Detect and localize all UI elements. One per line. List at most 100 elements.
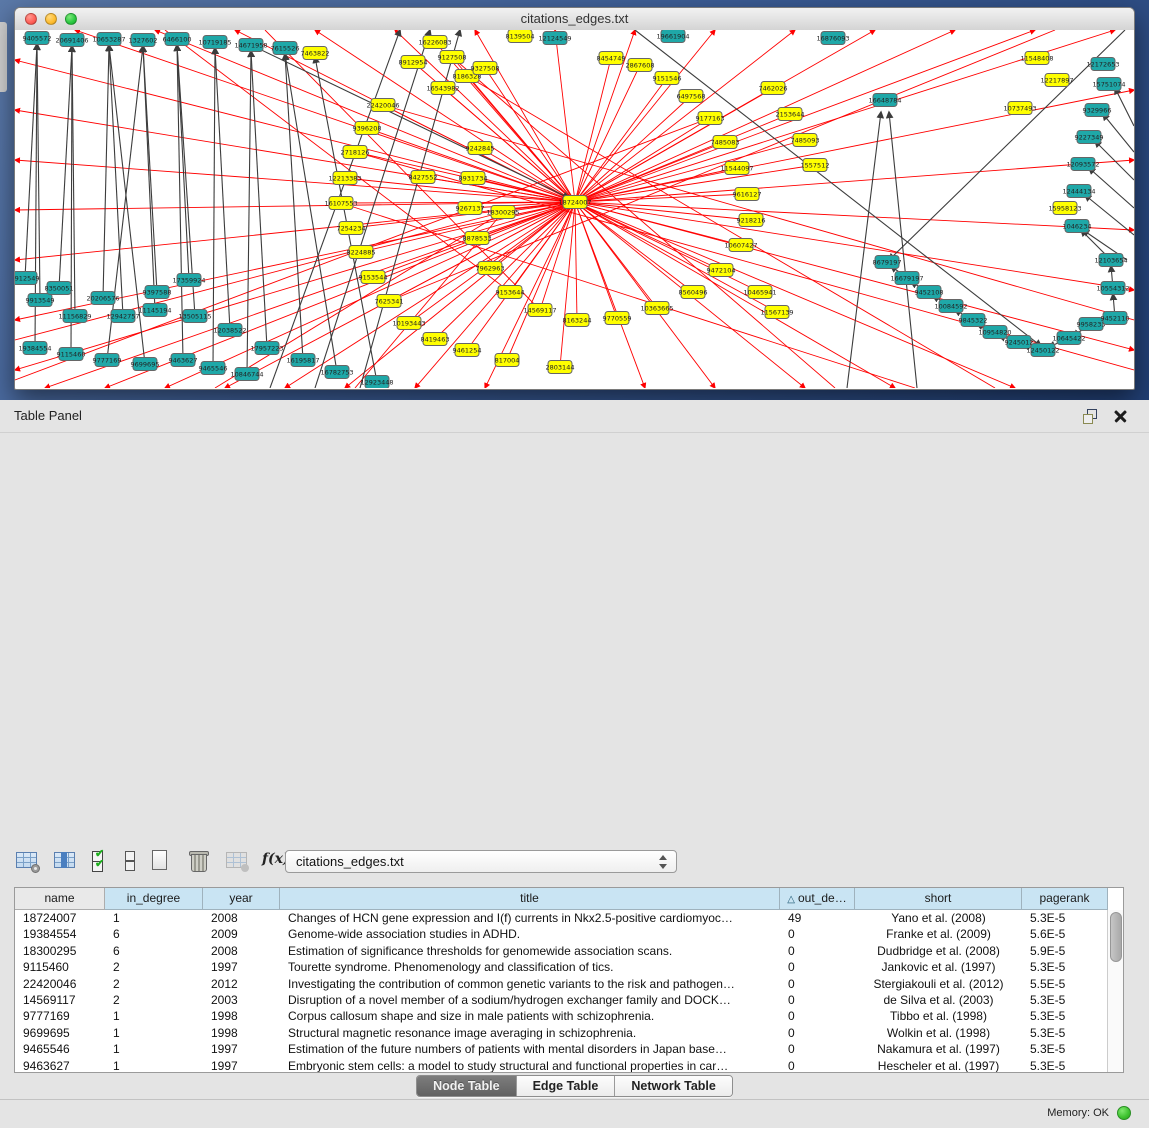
graph-node[interactable]: 6466100	[163, 33, 192, 46]
graph-node[interactable]: 9461254	[453, 344, 482, 357]
table-cell[interactable]: 5.5E-5	[1022, 976, 1108, 992]
table-cell[interactable]: Estimation of significance thresholds fo…	[280, 943, 780, 959]
graph-node[interactable]: 19661904	[656, 30, 689, 43]
graph-node[interactable]: 16543982	[426, 82, 459, 95]
table-cell[interactable]: Jankovic et al. (1997)	[855, 959, 1022, 975]
graph-node[interactable]: 9452108	[915, 286, 944, 299]
column-header-year[interactable]: year	[203, 888, 280, 910]
table-cell[interactable]: 2008	[203, 910, 280, 926]
graph-node[interactable]: 1327602	[129, 34, 158, 47]
graph-node[interactable]: 7254234	[337, 222, 366, 235]
table-cell[interactable]: Embryonic stem cells: a model to study s…	[280, 1058, 780, 1073]
graph-node[interactable]: 10554312	[1096, 282, 1129, 295]
table-cell[interactable]: 9465546	[15, 1041, 105, 1057]
graph-node[interactable]: 8878533	[463, 232, 492, 245]
memory-status-icon[interactable]	[1117, 1106, 1131, 1120]
graph-node[interactable]: 9115460	[57, 348, 86, 361]
graph-node[interactable]: 8419463	[421, 333, 450, 346]
graph-node[interactable]: 12450122	[1026, 344, 1059, 357]
table-cell[interactable]: 1	[105, 1008, 203, 1024]
table-cell[interactable]: 9115460	[15, 959, 105, 975]
graph-node[interactable]: 9616127	[733, 188, 762, 201]
graph-node[interactable]: 7625341	[375, 295, 404, 308]
graph-node[interactable]: 10645422	[1052, 332, 1085, 345]
table-cell[interactable]: 0	[780, 959, 855, 975]
table-cell[interactable]: Tibbo et al. (1998)	[855, 1008, 1022, 1024]
graph-node[interactable]: 8350051	[45, 282, 74, 295]
graph-node[interactable]: 12923448	[360, 376, 393, 389]
graph-node[interactable]: 9913549	[26, 294, 55, 307]
graph-node[interactable]: 16195817	[286, 354, 319, 367]
table-row[interactable]: 1830029562008Estimation of significance …	[15, 943, 1108, 959]
table-cell[interactable]: 18300295	[15, 943, 105, 959]
graph-node[interactable]: 9777169	[93, 354, 122, 367]
graph-node[interactable]: 817004	[495, 354, 520, 367]
graph-node[interactable]: 9227349	[1075, 131, 1104, 144]
graph-node[interactable]: 12124549	[538, 32, 571, 45]
float-panel-icon[interactable]	[1083, 409, 1097, 423]
table-cell[interactable]: 2	[105, 959, 203, 975]
graph-node[interactable]: 16226083	[418, 36, 451, 49]
table-vertical-scrollbar[interactable]	[1107, 910, 1123, 1072]
graph-node[interactable]: 11156829	[58, 310, 91, 323]
graph-node[interactable]: 7615526	[271, 42, 300, 55]
table-cell[interactable]: Wolkin et al. (1998)	[855, 1025, 1022, 1041]
scrollbar-thumb[interactable]	[1110, 912, 1122, 962]
close-panel-icon[interactable]	[1114, 409, 1127, 422]
graph-node[interactable]: 13505115	[178, 310, 211, 323]
graph-node[interactable]: 10193443	[392, 317, 425, 330]
table-cell[interactable]: 1	[105, 1025, 203, 1041]
table-cell[interactable]: 2008	[203, 943, 280, 959]
graph-node[interactable]: 7485083	[711, 136, 740, 149]
graph-node[interactable]: 9845322	[959, 314, 988, 327]
network-window[interactable]: citations_edges.txt 94055722069140610653…	[14, 7, 1135, 390]
column-select-icon[interactable]	[52, 849, 78, 873]
rows-icon[interactable]	[122, 849, 136, 873]
graph-node[interactable]: 12038522	[213, 324, 246, 337]
graph-node[interactable]: 12172653	[1086, 58, 1119, 71]
graph-node[interactable]: 7462026	[759, 82, 788, 95]
graph-node[interactable]: 8560496	[679, 286, 708, 299]
table-cell[interactable]: 0	[780, 1041, 855, 1057]
graph-node[interactable]: 9327508	[471, 62, 500, 75]
new-doc-icon[interactable]	[148, 849, 174, 873]
network-table-dropdown[interactable]: citations_edges.txt	[285, 850, 677, 873]
graph-node[interactable]: 7485093	[791, 134, 820, 147]
delete-table-icon[interactable]	[186, 849, 212, 873]
column-header-out_de[interactable]: △out_de…	[780, 888, 855, 910]
table-cell[interactable]: 0	[780, 992, 855, 1008]
table-cell[interactable]: Disruption of a novel member of a sodium…	[280, 992, 780, 1008]
table-cell[interactable]: 0	[780, 926, 855, 942]
graph-node[interactable]: 8224885	[347, 246, 376, 259]
table-cell[interactable]: 5.6E-5	[1022, 926, 1108, 942]
table-cell[interactable]: 5.3E-5	[1022, 1025, 1108, 1041]
graph-node[interactable]: 6497568	[677, 90, 706, 103]
graph-node[interactable]: 9405572	[23, 32, 52, 45]
graph-node[interactable]: 10363665	[640, 302, 673, 315]
table-cell[interactable]: 1997	[203, 1041, 280, 1057]
graph-node[interactable]: 20206576	[86, 292, 119, 305]
graph-node[interactable]: 10607427	[724, 239, 757, 252]
graph-node[interactable]: 16782753	[320, 366, 353, 379]
graph-node[interactable]: 8679197	[873, 256, 902, 269]
table-cell[interactable]: 1998	[203, 1025, 280, 1041]
table-cell[interactable]: Genome-wide association studies in ADHD.	[280, 926, 780, 942]
graph-node[interactable]: 12942757	[106, 310, 139, 323]
table-cell[interactable]: Dudbridge et al. (2008)	[855, 943, 1022, 959]
graph-node[interactable]: 16876093	[816, 32, 849, 45]
table-cell[interactable]: Nakamura et al. (1997)	[855, 1041, 1022, 1057]
table-cell[interactable]: 14569117	[15, 992, 105, 1008]
graph-node[interactable]: 8454749	[597, 52, 626, 65]
graph-node[interactable]: 16107553	[324, 197, 357, 210]
graph-node[interactable]: 9177163	[696, 112, 725, 125]
table-cell[interactable]: 19384554	[15, 926, 105, 942]
table-cell[interactable]: 49	[780, 910, 855, 926]
table-cell[interactable]: 2	[105, 976, 203, 992]
graph-node[interactable]: 11145194	[138, 304, 171, 317]
table-cell[interactable]: 9463627	[15, 1058, 105, 1073]
graph-node[interactable]: 12217897	[1040, 74, 1073, 87]
graph-node[interactable]: 11548408	[1020, 52, 1053, 65]
graph-node[interactable]: 9912549	[15, 272, 39, 285]
table-cell[interactable]: 5.3E-5	[1022, 1058, 1108, 1073]
table-row[interactable]: 946554611997Estimation of the future num…	[15, 1041, 1108, 1057]
